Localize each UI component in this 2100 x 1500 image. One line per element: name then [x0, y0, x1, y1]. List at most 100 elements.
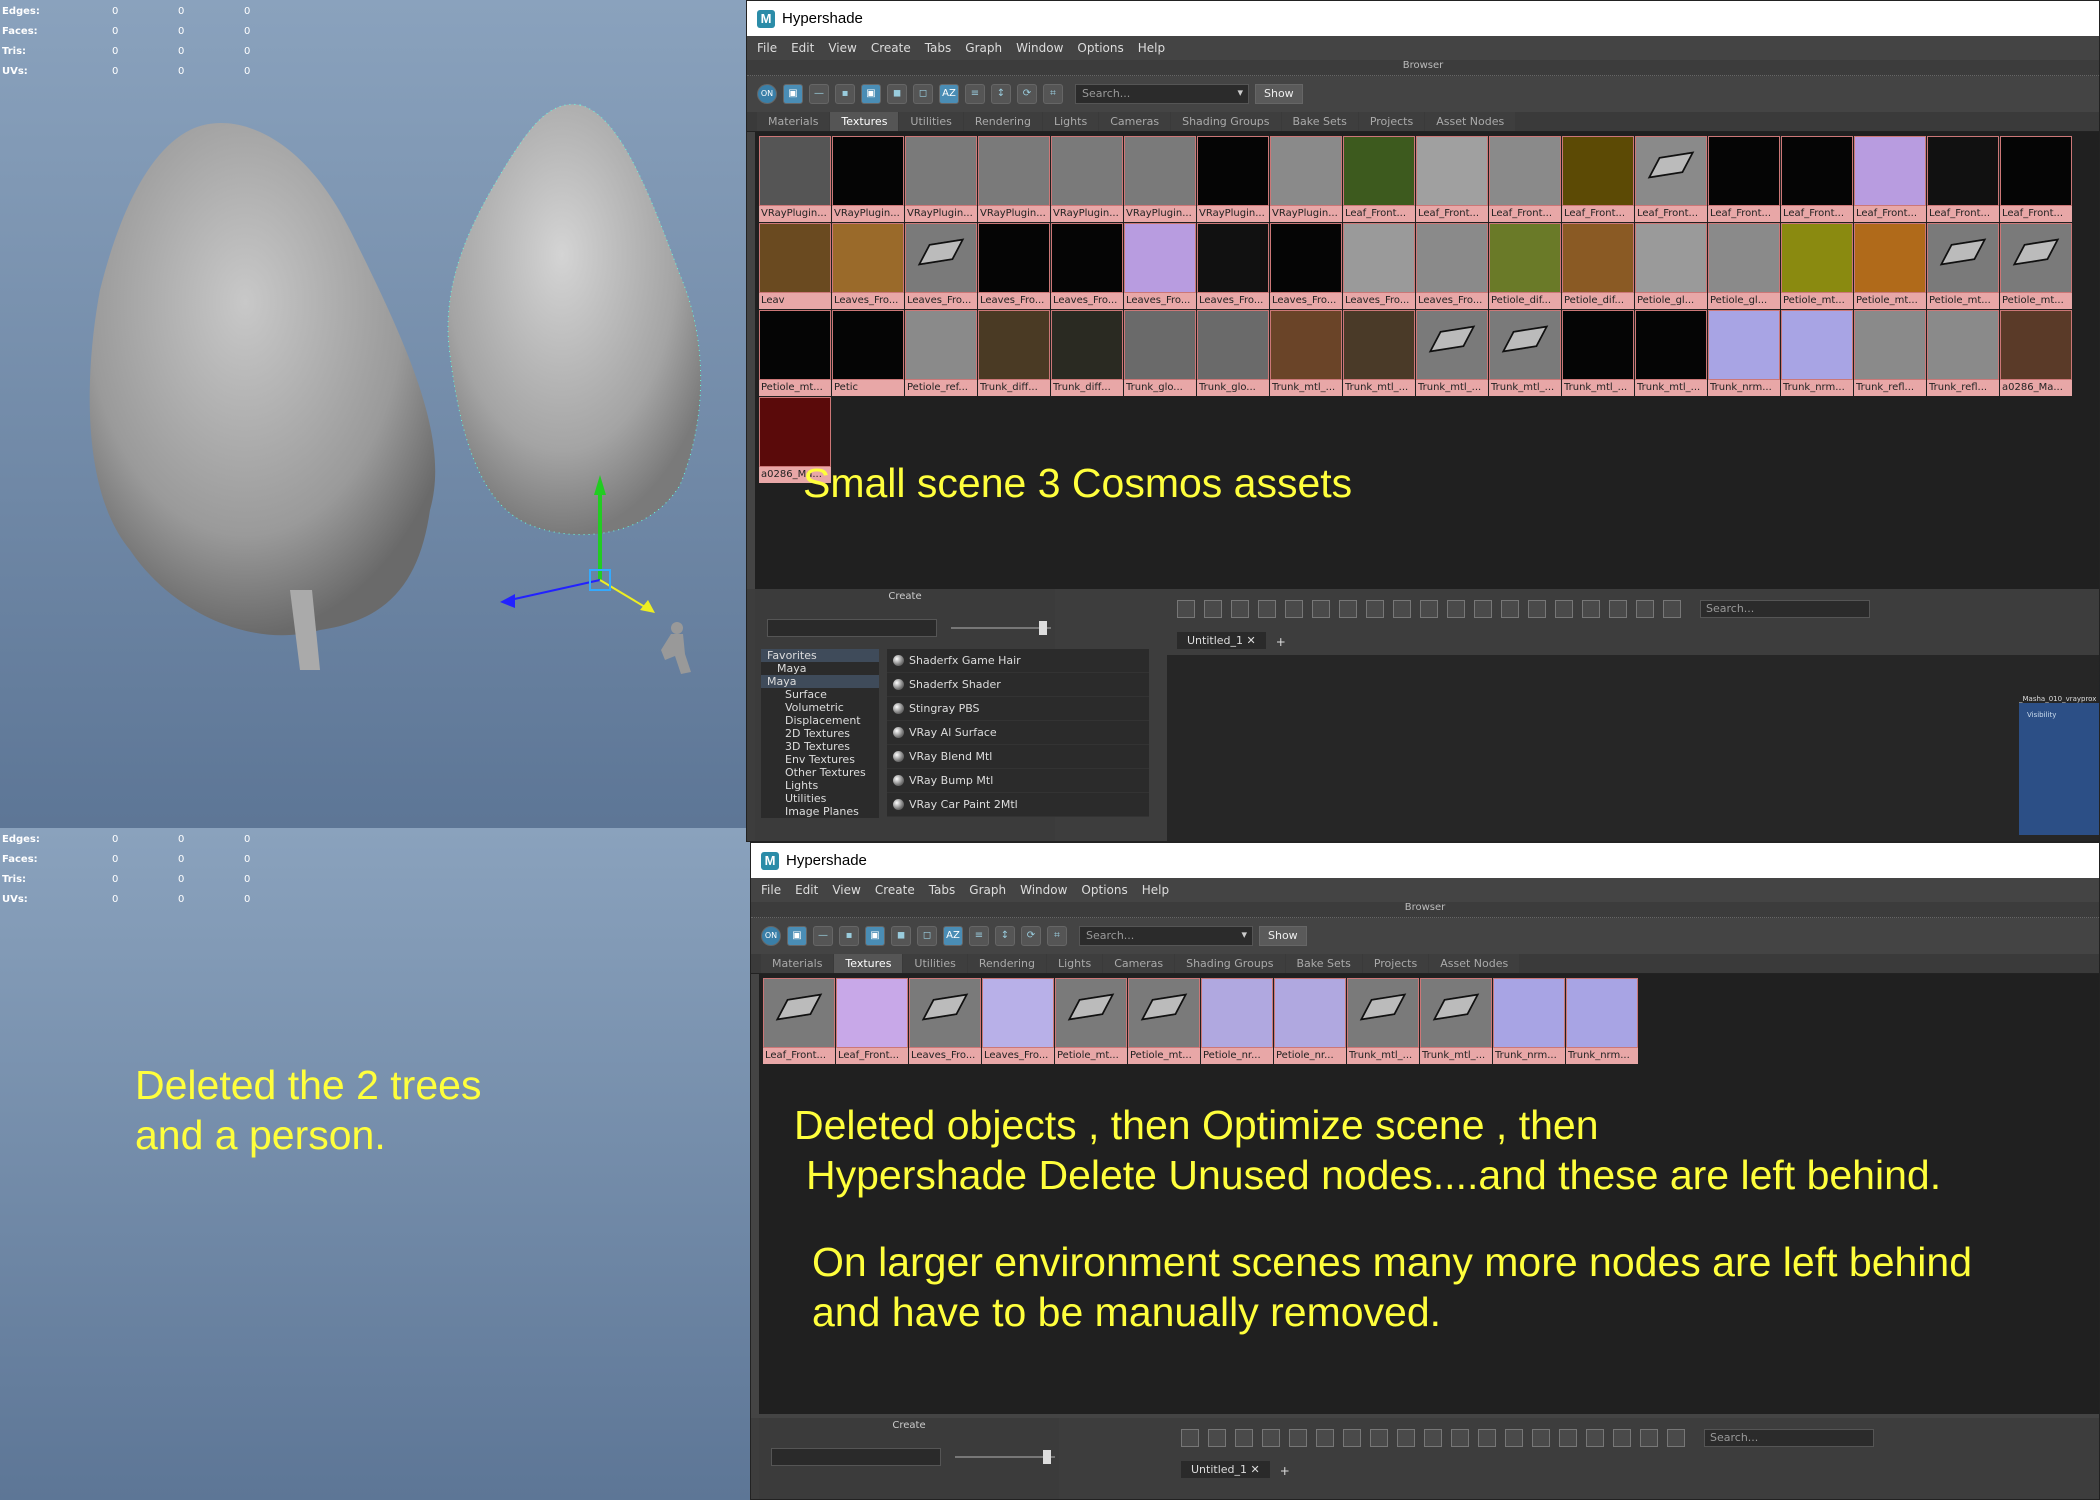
texture-swatch[interactable]: Trunk_mtl_... [1489, 310, 1561, 396]
texture-swatch[interactable]: Trunk_refl... [1854, 310, 1926, 396]
menu-item-window[interactable]: Window [1016, 41, 1063, 55]
graph-tool-icon[interactable] [1343, 1429, 1361, 1447]
texture-swatch[interactable]: Leaf_Front... [2000, 136, 2072, 222]
tab-rendering[interactable]: Rendering [963, 112, 1042, 131]
graph-tool-icon[interactable] [1478, 1429, 1496, 1447]
tab-projects[interactable]: Projects [1358, 112, 1425, 131]
graph-tool-icon[interactable] [1289, 1429, 1307, 1447]
texture-swatch[interactable]: Petiole_dif... [1489, 223, 1561, 309]
graph-tool-icon[interactable] [1208, 1429, 1226, 1447]
texture-swatch[interactable]: Leaves_Fro... [1051, 223, 1123, 309]
tab-utilities[interactable]: Utilities [899, 112, 963, 131]
texture-swatch[interactable]: Trunk_mtl_... [1416, 310, 1488, 396]
menu-item-options[interactable]: Options [1077, 41, 1123, 55]
texture-swatch[interactable]: Leaf_Front... [1416, 136, 1488, 222]
texture-swatch[interactable]: VRayPlugin... [1197, 136, 1269, 222]
texture-swatch[interactable]: Petiole_mt... [1128, 978, 1200, 1064]
create-node-item[interactable]: VRay Blend Mtl [887, 745, 1149, 769]
texture-swatch[interactable]: Trunk_nrm... [1493, 978, 1565, 1064]
graph-tab[interactable]: Untitled_1 ✕ [1181, 1461, 1270, 1478]
texture-swatch[interactable]: VRayPlugin... [1270, 136, 1342, 222]
texture-swatch[interactable]: Trunk_mtl_... [1635, 310, 1707, 396]
view-large-button[interactable]: ◼ [887, 84, 907, 104]
graph-tool-icon[interactable] [1586, 1429, 1604, 1447]
tab-lights[interactable]: Lights [1047, 954, 1103, 973]
graph-tool-icon[interactable] [1640, 1429, 1658, 1447]
texture-swatch[interactable]: Leaf_Front... [1927, 136, 1999, 222]
create-category-item[interactable]: Env Textures [761, 753, 879, 766]
menu-item-file[interactable]: File [757, 41, 777, 55]
graph-tool-icon[interactable] [1559, 1429, 1577, 1447]
viewport-top[interactable]: Edges: 0 0 0 Faces: 0 0 0 Tris: 0 0 0 UVs: 0 0 0 [0, 0, 750, 828]
sort-type-button[interactable]: ≡ [965, 84, 985, 104]
texture-swatch[interactable]: Petiole_gl... [1708, 223, 1780, 309]
show-button[interactable]: Show [1259, 926, 1307, 946]
texture-swatch[interactable]: Petiole_nr... [1274, 978, 1346, 1064]
title-bar[interactable]: M Hypershade [747, 1, 2099, 36]
toggle-on-icon[interactable]: ON [761, 926, 781, 946]
tab-shading-groups[interactable]: Shading Groups [1175, 954, 1285, 973]
texture-swatch[interactable]: Trunk_mtl_... [1343, 310, 1415, 396]
graph-tool-icon[interactable] [1501, 600, 1519, 618]
tab-rendering[interactable]: Rendering [967, 954, 1046, 973]
menu-item-window[interactable]: Window [1020, 883, 1067, 897]
menu-item-view[interactable]: View [832, 883, 860, 897]
graph-tool-icon[interactable] [1528, 600, 1546, 618]
create-category-item[interactable]: Favorites [761, 649, 879, 662]
texture-swatch[interactable]: Leaves_Fro... [1343, 223, 1415, 309]
texture-swatch[interactable]: a0286_Ma... [2000, 310, 2072, 396]
texture-swatch[interactable]: Trunk_nrm... [1708, 310, 1780, 396]
refresh-icon[interactable]: ⟳ [1021, 926, 1041, 946]
tab-bake-sets[interactable]: Bake Sets [1281, 112, 1358, 131]
graph-tool-icon[interactable] [1285, 600, 1303, 618]
texture-swatch[interactable]: Leaf_Front... [1781, 136, 1853, 222]
create-node-item[interactable]: Shaderfx Game Hair [887, 649, 1149, 673]
view-xlarge-button[interactable]: ◻ [917, 926, 937, 946]
graph-tool-icon[interactable] [1312, 600, 1330, 618]
tab-lights[interactable]: Lights [1043, 112, 1099, 131]
texture-swatch[interactable]: Petiole_mt... [1781, 223, 1853, 309]
add-graph-tab-button[interactable]: + [1280, 1464, 1290, 1478]
graph-tool-icon[interactable] [1393, 600, 1411, 618]
create-node-item[interactable]: Stingray PBS [887, 697, 1149, 721]
texture-swatch[interactable]: VRayPlugin... [905, 136, 977, 222]
create-search-input[interactable] [767, 619, 937, 637]
tab-shading-groups[interactable]: Shading Groups [1171, 112, 1281, 131]
graph-tool-icon[interactable] [1181, 1429, 1199, 1447]
tab-cameras[interactable]: Cameras [1103, 954, 1175, 973]
graph-tool-icon[interactable] [1366, 600, 1384, 618]
texture-swatch[interactable]: Leaf_Front... [1343, 136, 1415, 222]
view-list-button[interactable]: — [809, 84, 829, 104]
sort-time-button[interactable]: ↕ [991, 84, 1011, 104]
texture-swatch[interactable]: VRayPlugin... [759, 136, 831, 222]
texture-swatch[interactable]: Trunk_refl... [1927, 310, 1999, 396]
texture-swatch[interactable]: Leav [759, 223, 831, 309]
graph-tool-icon[interactable] [1613, 1429, 1631, 1447]
menu-item-tabs[interactable]: Tabs [925, 41, 952, 55]
texture-swatch[interactable]: Petiole_dif... [1562, 223, 1634, 309]
texture-swatch[interactable]: Leaf_Front... [1854, 136, 1926, 222]
graph-tab[interactable]: Untitled_1 ✕ [1177, 632, 1266, 649]
texture-swatch[interactable]: Leaf_Front... [1562, 136, 1634, 222]
tab-materials[interactable]: Materials [757, 112, 830, 131]
texture-swatch[interactable]: Leaves_Fro... [982, 978, 1054, 1064]
menu-item-view[interactable]: View [828, 41, 856, 55]
texture-swatch[interactable]: Petiole_mt... [1055, 978, 1127, 1064]
create-node-item[interactable]: VRay Car Paint 2Mtl [887, 793, 1149, 817]
texture-swatch[interactable]: Trunk_mtl_... [1270, 310, 1342, 396]
slider-handle[interactable] [1039, 621, 1047, 635]
view-xlarge-button[interactable]: ◻ [913, 84, 933, 104]
tree-left-model[interactable] [80, 110, 460, 690]
menu-item-help[interactable]: Help [1138, 41, 1165, 55]
graph-tool-icon[interactable] [1370, 1429, 1388, 1447]
title-bar[interactable]: M Hypershade [751, 843, 2099, 878]
tab-textures[interactable]: Textures [834, 954, 903, 973]
texture-swatch[interactable]: VRayPlugin... [832, 136, 904, 222]
create-category-item[interactable]: Maya [761, 662, 879, 675]
refresh-icon[interactable]: ⟳ [1017, 84, 1037, 104]
tab-bake-sets[interactable]: Bake Sets [1285, 954, 1362, 973]
graph-tool-icon[interactable] [1262, 1429, 1280, 1447]
graph-tool-icon[interactable] [1258, 600, 1276, 618]
create-category-item[interactable]: Displacement [761, 714, 879, 727]
texture-swatch[interactable]: Trunk_diff... [978, 310, 1050, 396]
